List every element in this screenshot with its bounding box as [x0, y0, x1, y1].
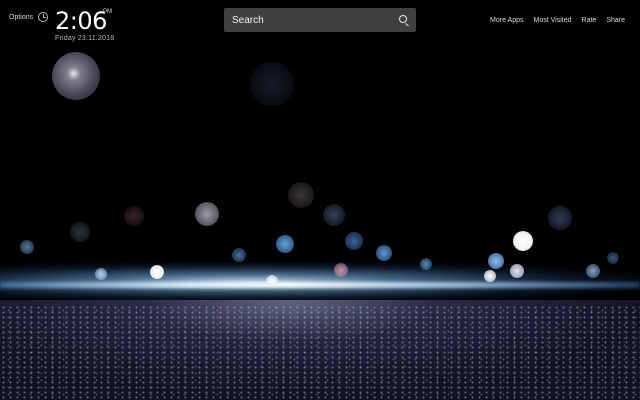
more-apps-link[interactable]: More Apps — [490, 17, 523, 24]
bokeh-light — [232, 248, 246, 262]
clock-icon[interactable] — [38, 12, 48, 22]
bokeh-light — [420, 258, 432, 270]
bokeh-light — [510, 264, 524, 278]
bokeh-light — [276, 235, 294, 253]
bokeh-light — [266, 275, 278, 287]
bokeh-light — [250, 62, 294, 106]
rate-link[interactable]: Rate — [582, 17, 597, 24]
search-input[interactable] — [232, 13, 382, 27]
bokeh-light — [334, 263, 348, 277]
options-link[interactable]: Options — [9, 14, 33, 21]
search-icon[interactable] — [399, 15, 407, 23]
bokeh-light — [488, 253, 504, 269]
search-bar[interactable] — [224, 8, 416, 32]
bokeh-light — [548, 206, 572, 230]
clock-ampm: PM — [103, 9, 112, 15]
bokeh-light — [95, 268, 107, 280]
clock-date: Friday 23.11.2018 — [55, 35, 115, 42]
wallpaper-background — [0, 0, 640, 400]
bokeh-light — [376, 245, 392, 261]
bokeh-light — [52, 52, 100, 100]
bokeh-light — [323, 204, 345, 226]
bokeh-light — [345, 232, 363, 250]
wallpaper-floor-sparkles — [0, 305, 640, 400]
bokeh-light — [484, 270, 496, 282]
bokeh-light — [70, 222, 90, 242]
bokeh-light — [607, 252, 619, 264]
share-link[interactable]: Share — [606, 17, 625, 24]
most-visited-link[interactable]: Most Visited — [534, 17, 572, 24]
bokeh-light — [195, 202, 219, 226]
top-nav: More Apps Most Visited Rate Share — [490, 17, 625, 24]
bokeh-light — [586, 264, 600, 278]
bokeh-light — [20, 240, 34, 254]
bokeh-light — [150, 265, 164, 279]
bokeh-light — [513, 231, 533, 251]
clock-time: 2:06 — [55, 7, 107, 35]
bokeh-light — [288, 182, 314, 208]
wallpaper-glow-line — [0, 282, 640, 288]
bokeh-light — [124, 206, 144, 226]
